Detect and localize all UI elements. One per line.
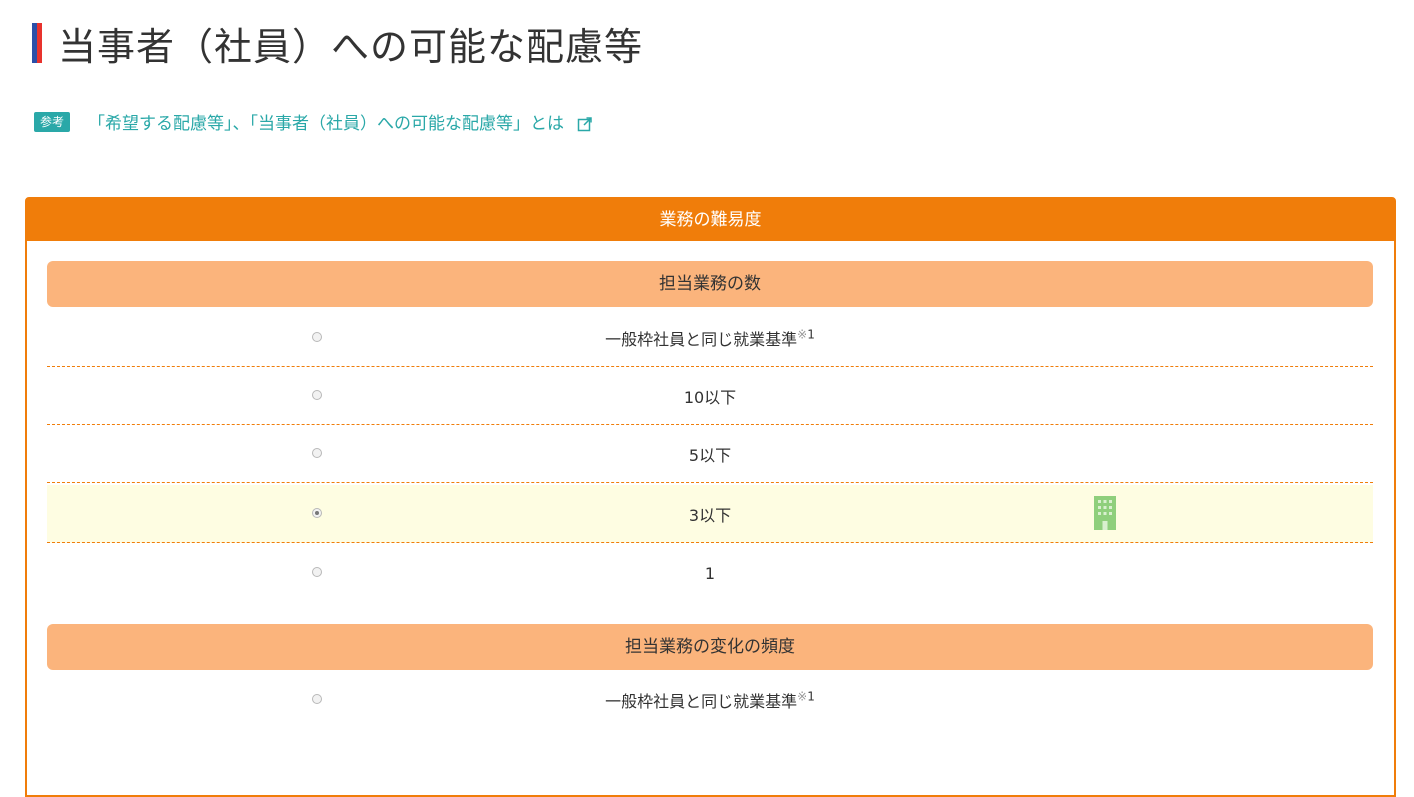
footnote-number: 1 (807, 689, 815, 704)
option-row[interactable]: 5以下 (47, 425, 1373, 483)
option-row[interactable]: 一般枠社員と同じ就業基準※1 (47, 309, 1373, 367)
footnote-mark: ※ (797, 327, 808, 342)
reference-link-text[interactable]: 「希望する配慮等」、「当事者（社員）への可能な配慮等」とは (88, 114, 564, 134)
reference-badge: 参考 (34, 111, 71, 132)
option-label: 3以下 (688, 505, 732, 525)
panel-header: 業務の難易度 (27, 199, 1394, 241)
section-header-task-count: 担当業務の数 (47, 261, 1373, 307)
page-title-text: 当事者（社員）への可能な配慮等 (58, 24, 644, 69)
option-row[interactable]: 1 (47, 544, 1373, 602)
option-row-selected[interactable]: 3以下 (47, 485, 1373, 543)
option-label: 一般枠社員と同じ就業基準※1 (605, 327, 815, 349)
reference-link[interactable]: 「希望する配慮等」、「当事者（社員）への可能な配慮等」とは (88, 109, 593, 134)
external-link-icon[interactable] (577, 116, 593, 132)
section-header-change-frequency: 担当業務の変化の頻度 (47, 624, 1373, 670)
option-row[interactable]: 10以下 (47, 367, 1373, 425)
option-label: 10以下 (683, 387, 737, 407)
footnote-number: 1 (807, 327, 815, 342)
option-label: 1 (704, 563, 716, 583)
difficulty-panel: 業務の難易度 担当業務の数 一般枠社員と同じ就業基準※1 10以下 5以下 3以… (25, 197, 1396, 797)
option-label: 5以下 (688, 445, 732, 465)
title-marker-icon (32, 23, 42, 63)
building-icon (1094, 495, 1116, 530)
option-row[interactable]: 一般枠社員と同じ就業基準※1 (47, 671, 1373, 729)
page-title: 当事者（社員）への可能な配慮等 (32, 18, 644, 69)
option-label: 一般枠社員と同じ就業基準※1 (605, 689, 815, 711)
reference-row: 参考 「希望する配慮等」、「当事者（社員）への可能な配慮等」とは (34, 109, 593, 134)
footnote-mark: ※ (797, 689, 808, 704)
